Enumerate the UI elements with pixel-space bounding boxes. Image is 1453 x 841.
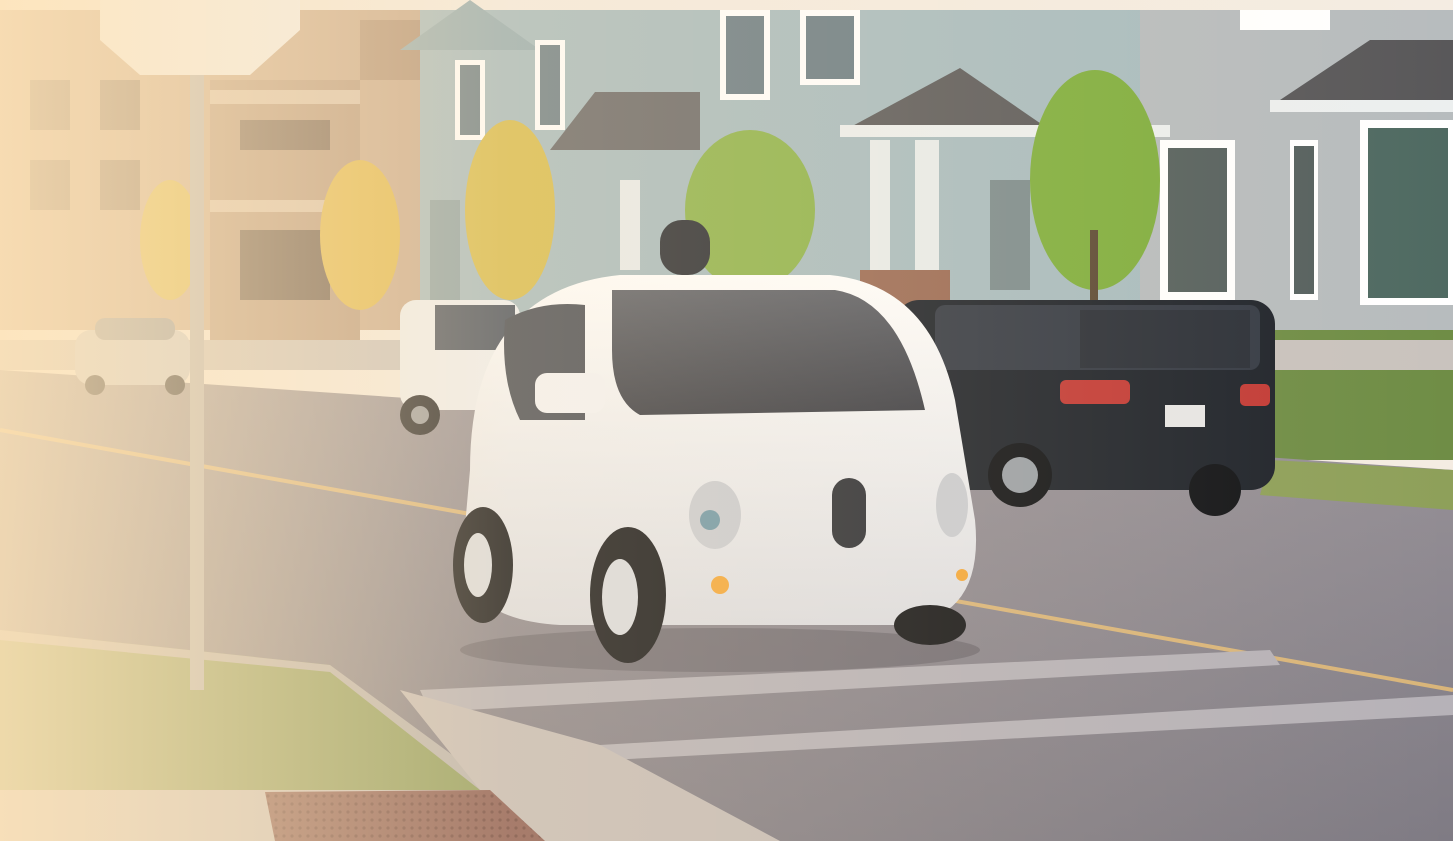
sun-glow	[0, 0, 1453, 841]
street-photo	[0, 0, 1453, 841]
photo-frame	[0, 0, 1453, 841]
